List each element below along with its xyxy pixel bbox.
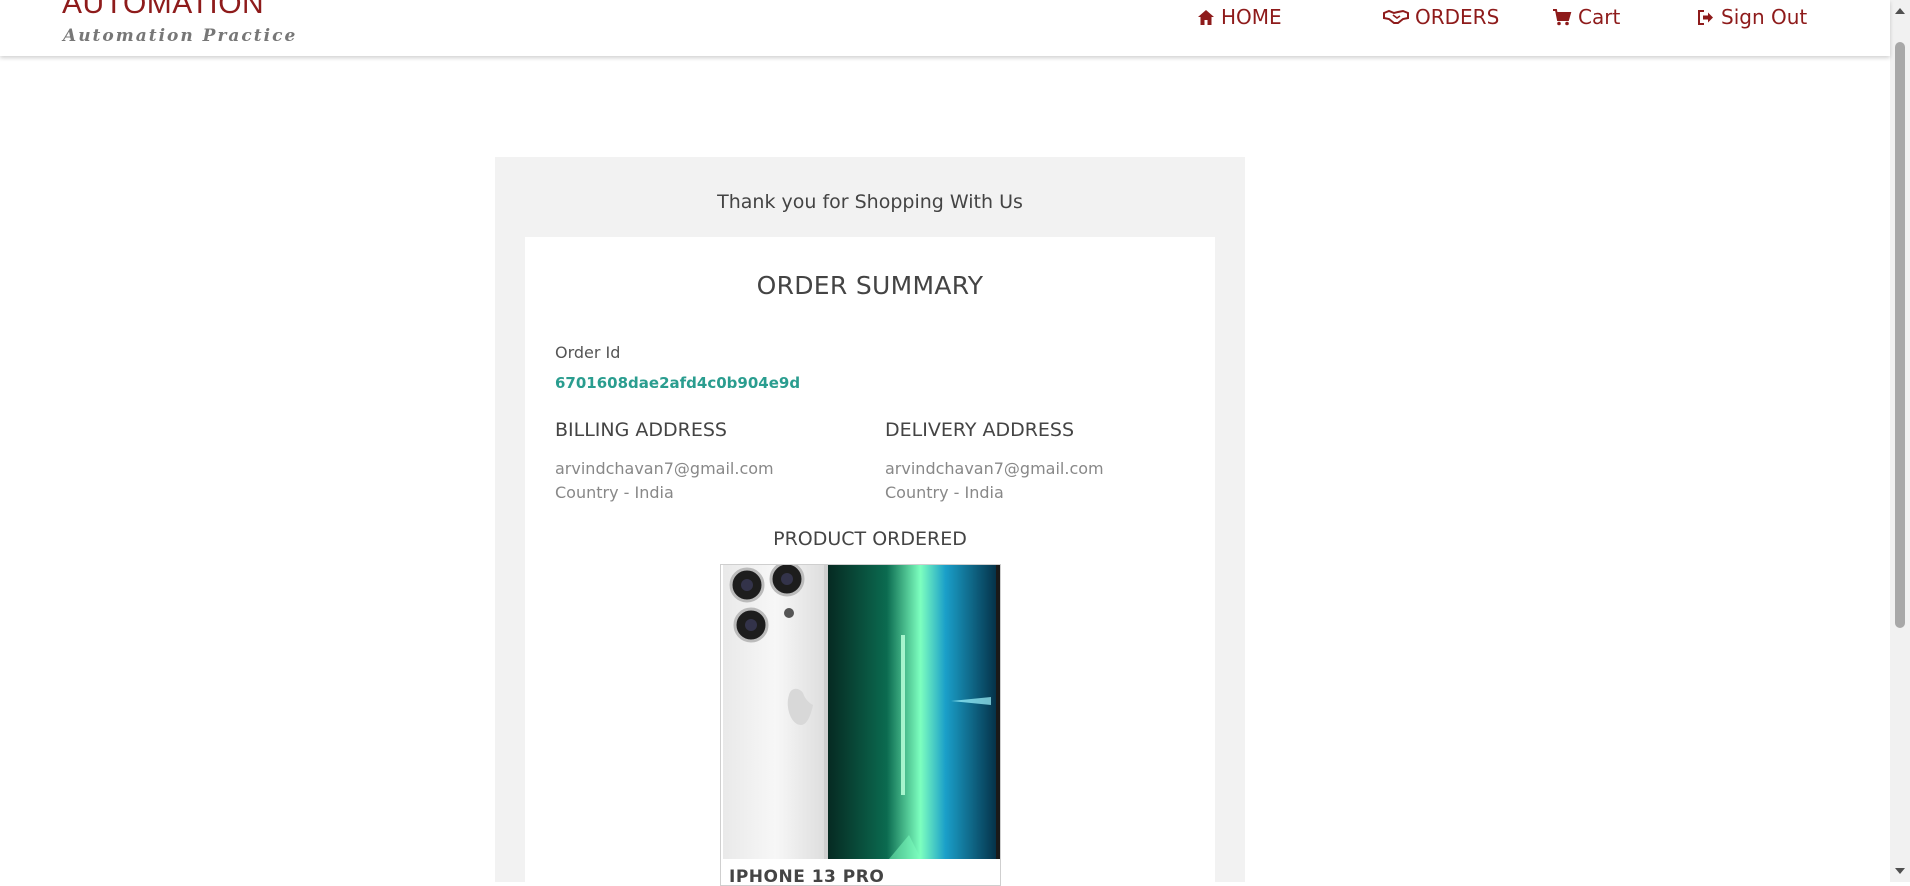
thank-you-message: Thank you for Shopping With Us xyxy=(717,191,1023,213)
nav-signout-label: Sign Out xyxy=(1721,5,1808,29)
nav-signout-button[interactable]: Sign Out xyxy=(1697,5,1808,29)
product-image xyxy=(721,565,1000,859)
page-scrollbar[interactable] xyxy=(1890,0,1910,882)
nav-cart-button[interactable]: Cart xyxy=(1552,5,1621,29)
nav-home-label: HOME xyxy=(1221,5,1282,29)
billing-address-title: BILLING ADDRESS xyxy=(555,419,727,441)
order-summary-card: ORDER SUMMARY Order Id 6701608dae2afd4c0… xyxy=(525,237,1215,886)
product-card[interactable]: IPHONE 13 PRO xyxy=(720,564,1001,886)
nav-orders-button[interactable]: ORDERS xyxy=(1383,5,1500,29)
billing-country: Country - India xyxy=(555,483,674,502)
order-summary-title: ORDER SUMMARY xyxy=(756,271,984,300)
nav-orders-label: ORDERS xyxy=(1415,5,1500,29)
handshake-icon xyxy=(1383,9,1409,24)
scroll-down-arrow-icon[interactable] xyxy=(1895,868,1905,874)
product-ordered-heading: PRODUCT ORDERED xyxy=(773,528,967,550)
top-navbar: AUTOMATION Automation Practice HOME ORDE… xyxy=(0,0,1890,56)
order-id-label: Order Id xyxy=(555,343,621,362)
delivery-email: arvindchavan7@gmail.com xyxy=(885,459,1104,478)
product-name[interactable]: IPHONE 13 PRO xyxy=(729,867,884,885)
brand-logo[interactable]: AUTOMATION xyxy=(62,0,264,22)
nav-home-button[interactable]: HOME xyxy=(1197,5,1282,29)
delivery-country: Country - India xyxy=(885,483,1004,502)
scrollbar-thumb[interactable] xyxy=(1895,42,1905,628)
home-icon xyxy=(1198,9,1214,25)
delivery-address-title: DELIVERY ADDRESS xyxy=(885,419,1075,441)
scroll-up-arrow-icon[interactable] xyxy=(1895,8,1905,14)
sign-out-icon xyxy=(1698,9,1713,25)
order-id-value: 6701608dae2afd4c0b904e9d xyxy=(555,374,801,392)
brand-tagline: Automation Practice xyxy=(63,26,298,46)
order-confirmation-panel: Thank you for Shopping With Us ORDER SUM… xyxy=(495,157,1245,886)
cart-icon xyxy=(1553,8,1572,25)
billing-email: arvindchavan7@gmail.com xyxy=(555,459,774,478)
nav-cart-label: Cart xyxy=(1578,5,1621,29)
